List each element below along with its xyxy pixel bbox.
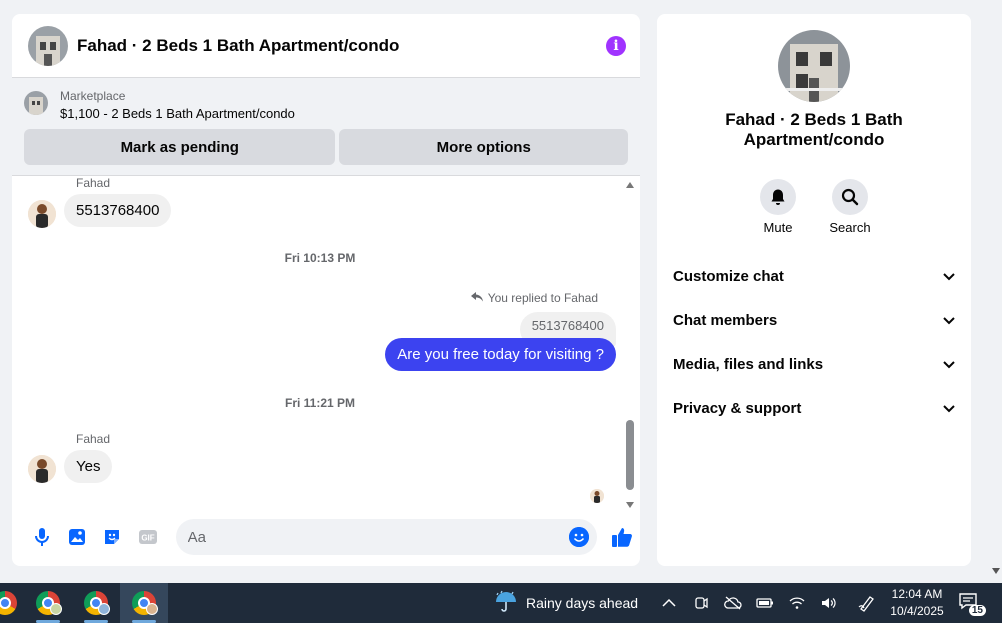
message-input-wrap	[175, 519, 597, 555]
gallery-icon[interactable]	[59, 519, 94, 555]
reply-note-text: You replied to Fahad	[487, 291, 598, 305]
scrollbar-thumb[interactable]	[626, 420, 634, 490]
chat-panel: Fahad · 2 Beds 1 Bath Apartment/condo i …	[12, 14, 640, 566]
volume-icon[interactable]	[820, 594, 838, 612]
chevron-down-icon	[943, 312, 955, 329]
search-label: Search	[829, 220, 871, 235]
section-label: Chat members	[673, 311, 778, 329]
more-options-button[interactable]: More options	[339, 129, 628, 165]
profile-badge	[146, 603, 158, 615]
sender-name: Fahad	[76, 432, 111, 446]
marketplace-banner: Marketplace $1,100 - 2 Beds 1 Bath Apart…	[12, 78, 640, 176]
pen-icon[interactable]	[858, 594, 876, 612]
battery-icon[interactable]	[756, 594, 774, 612]
composer: GIF	[12, 508, 640, 566]
taskbar-chrome-1[interactable]	[24, 583, 72, 623]
notification-center[interactable]: 15	[958, 592, 986, 616]
mute-button[interactable]: Mute	[751, 179, 805, 235]
listing-avatar[interactable]	[28, 25, 68, 66]
info-sections: Customize chat Chat members Media, files…	[657, 254, 971, 430]
emoji-icon[interactable]	[568, 527, 589, 547]
chat-title[interactable]: Fahad · 2 Beds 1 Bath Apartment/condo	[77, 36, 606, 56]
message-scrollbar[interactable]	[624, 178, 636, 510]
microphone-icon[interactable]	[24, 519, 59, 555]
mute-label: Mute	[763, 220, 793, 235]
section-media-files-links[interactable]: Media, files and links	[657, 342, 971, 386]
cloud-off-icon[interactable]	[724, 594, 742, 612]
chevron-up-icon[interactable]	[660, 594, 678, 612]
avatar[interactable]	[28, 455, 56, 483]
taskbar-app-partial[interactable]	[0, 583, 24, 623]
section-privacy-support[interactable]: Privacy & support	[657, 386, 971, 430]
marketplace-label: Marketplace	[60, 89, 126, 103]
outgoing-message[interactable]: Are you free today for visiting ?	[385, 338, 616, 371]
wifi-icon[interactable]	[788, 594, 806, 612]
avatar[interactable]	[28, 200, 56, 228]
meet-now-icon[interactable]	[692, 594, 710, 612]
conversation-info-panel: Fahad · 2 Beds 1 Bath Apartment/condo Mu…	[657, 14, 971, 566]
action-row: Mute Search	[657, 179, 971, 235]
listing-title[interactable]: $1,100 - 2 Beds 1 Bath Apartment/condo	[60, 104, 295, 124]
listing-avatar-large[interactable]	[778, 30, 850, 102]
reply-icon	[470, 291, 483, 305]
chevron-down-icon	[943, 356, 955, 373]
search-button[interactable]: Search	[823, 179, 877, 235]
scroll-up-arrow-icon[interactable]	[626, 182, 634, 188]
listing-thumbnail[interactable]	[24, 91, 48, 115]
weather-text: Rainy days ahead	[526, 595, 639, 611]
incoming-message[interactable]: Yes	[64, 450, 113, 483]
taskbar: Rainy days ahead 12:04 AM 10/4/2025 15	[0, 583, 1002, 623]
system-clock[interactable]: 12:04 AM 10/4/2025	[880, 586, 954, 620]
section-customize-chat[interactable]: Customize chat	[657, 254, 971, 298]
taskbar-chrome-2[interactable]	[72, 583, 120, 623]
gif-icon[interactable]: GIF	[130, 519, 165, 555]
chat-header: Fahad · 2 Beds 1 Bath Apartment/condo i	[12, 14, 640, 78]
section-chat-members[interactable]: Chat members	[657, 298, 971, 342]
weather-widget[interactable]: Rainy days ahead	[494, 583, 638, 623]
sticker-icon[interactable]	[95, 519, 130, 555]
mark-pending-button[interactable]: Mark as pending	[24, 129, 336, 165]
timestamp: Fri 11:21 PM	[284, 396, 356, 410]
taskbar-chrome-3[interactable]	[120, 583, 168, 623]
umbrella-rain-icon	[494, 590, 518, 617]
clock-time: 12:04 AM	[891, 587, 943, 601]
section-label: Privacy & support	[673, 399, 802, 417]
message-input[interactable]	[187, 528, 569, 546]
svg-text:GIF: GIF	[141, 534, 154, 543]
bell-icon[interactable]	[760, 179, 796, 215]
reply-note: You replied to Fahad	[470, 291, 598, 305]
message-list: Fahad 5513768400 Fri 10:13 PM You replie…	[12, 176, 628, 508]
chevron-down-icon	[943, 400, 955, 417]
clock-date: 10/4/2025	[890, 604, 944, 618]
info-title: Fahad · 2 Beds 1 Bath Apartment/condo	[725, 110, 903, 149]
notification-count-badge: 15	[968, 605, 986, 616]
chevron-down-icon	[943, 268, 955, 285]
thumbs-up-icon[interactable]	[605, 519, 640, 555]
info-icon[interactable]: i	[606, 35, 626, 56]
timestamp: Fri 10:13 PM	[284, 251, 356, 265]
chrome-icon	[0, 591, 17, 615]
profile-badge	[50, 603, 62, 615]
page-scroll-down-icon[interactable]	[992, 568, 1000, 574]
read-receipt-avatar	[590, 489, 604, 503]
search-icon[interactable]	[832, 179, 868, 215]
section-label: Customize chat	[673, 267, 784, 285]
profile-badge	[98, 603, 110, 615]
section-label: Media, files and links	[673, 355, 824, 373]
sender-name: Fahad	[76, 176, 111, 190]
system-tray	[660, 583, 876, 623]
incoming-message[interactable]: 5513768400	[64, 194, 172, 227]
